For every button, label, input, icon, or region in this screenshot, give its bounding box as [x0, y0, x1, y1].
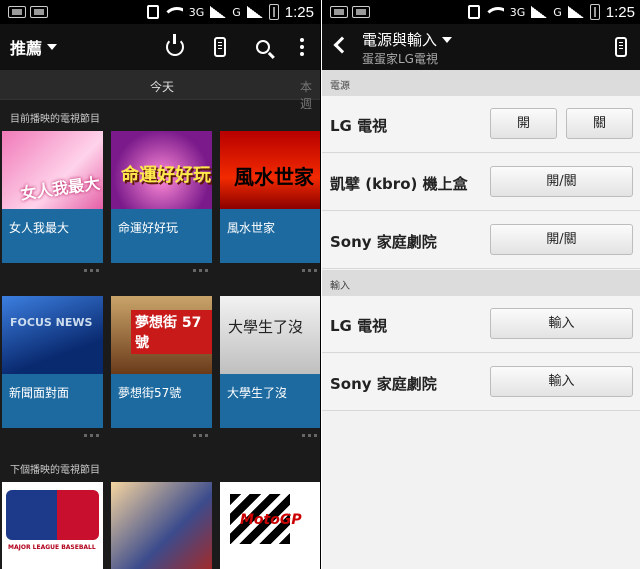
- tv-guide-screen: 3G G 1:25 推薦 今天 本週 目前播映的電視節目 女人我最大 女人我最大…: [0, 0, 320, 569]
- vibrate-icon: [146, 5, 159, 19]
- remote-control-icon[interactable]: [615, 37, 627, 57]
- show-card[interactable]: 夢想街 57號 夢想街57號: [111, 296, 212, 437]
- power-toggle-button[interactable]: 開/關: [490, 166, 633, 197]
- show-thumbnail: MAJOR LEAGUE BASEBALL: [2, 482, 103, 569]
- carrier-mark: G: [232, 5, 241, 19]
- gallery-icon: [30, 6, 48, 18]
- screenshot-icon: [330, 6, 348, 18]
- input-row-sony: Sony 家庭劇院 輸入: [322, 354, 640, 411]
- show-title: 風水世家: [220, 209, 320, 263]
- power-row-lg-tv: LG 電視 開 關: [322, 96, 640, 153]
- day-tabs: 今天 本週: [0, 70, 320, 111]
- vibrate-icon: [467, 5, 480, 19]
- power-section-header: 電源: [322, 70, 640, 96]
- section-next-title: 下個播映的電視節目: [10, 465, 100, 476]
- show-thumbnail: [111, 482, 212, 569]
- show-title: 女人我最大: [2, 209, 103, 263]
- status-bar: 3G G 1:25: [322, 0, 640, 24]
- power-toggle-button[interactable]: 開/關: [490, 224, 633, 255]
- overflow-menu-icon[interactable]: [300, 38, 304, 56]
- power-off-button[interactable]: 關: [566, 108, 633, 139]
- action-bar: 推薦: [0, 24, 320, 70]
- network-type: 3G: [188, 5, 205, 19]
- gallery-icon: [352, 6, 370, 18]
- more-icon[interactable]: [193, 269, 208, 272]
- power-icon[interactable]: [166, 34, 184, 56]
- network-type: 3G: [509, 5, 526, 19]
- power-input-screen: 3G G 1:25 電源與輸入 蛋蛋家LG電視 電源 LG 電視 開 關 凱擘 …: [321, 0, 640, 569]
- screen-title: 電源與輸入: [362, 31, 438, 49]
- show-card[interactable]: 大學生了沒 大學生了沒: [220, 296, 320, 437]
- back-arrow-icon[interactable]: [333, 36, 351, 54]
- tab-this-week[interactable]: 本週: [300, 78, 320, 112]
- show-title: 大學生了沒: [220, 374, 320, 428]
- show-thumbnail: 大學生了沒: [220, 296, 320, 374]
- category-label: 推薦: [10, 39, 43, 58]
- remote-control-icon[interactable]: [214, 37, 226, 57]
- battery-icon: [268, 4, 279, 20]
- more-icon[interactable]: [84, 434, 99, 437]
- show-thumbnail: 風水世家: [220, 131, 320, 209]
- device-label: LG 電視: [330, 317, 388, 335]
- clock: 1:25: [284, 3, 314, 21]
- screenshot-icon: [8, 6, 26, 18]
- show-title: 新聞面對面: [2, 374, 103, 428]
- show-card[interactable]: [111, 482, 212, 569]
- more-icon[interactable]: [302, 434, 317, 437]
- signal-icon: [531, 6, 548, 18]
- wifi-icon: [485, 5, 504, 19]
- show-thumbnail: MotoGP: [220, 482, 320, 569]
- show-card[interactable]: FOCUS NEWS 新聞面對面: [2, 296, 103, 437]
- mlb-logo: [6, 490, 99, 540]
- input-button[interactable]: 輸入: [490, 366, 633, 397]
- show-card[interactable]: 女人我最大 女人我最大: [2, 131, 103, 272]
- section-current-title: 目前播映的電視節目: [10, 114, 100, 125]
- signal-icon-2: [246, 6, 263, 18]
- show-card[interactable]: 命運好好玩 命運好好玩: [111, 131, 212, 272]
- show-thumbnail: FOCUS NEWS: [2, 296, 103, 374]
- status-bar: 3G G 1:25: [0, 0, 320, 24]
- device-label: Sony 家庭劇院: [330, 375, 437, 393]
- show-card[interactable]: 風水世家 風水世家: [220, 131, 320, 272]
- signal-icon-2: [567, 6, 584, 18]
- action-bar: 電源與輸入 蛋蛋家LG電視: [322, 24, 640, 70]
- wifi-icon: [164, 5, 183, 19]
- power-row-sony: Sony 家庭劇院 開/關: [322, 212, 640, 269]
- input-section-header: 輸入: [322, 270, 640, 296]
- more-icon[interactable]: [84, 269, 99, 272]
- show-card[interactable]: MotoGP: [220, 482, 320, 569]
- show-title: 夢想街57號: [111, 374, 212, 428]
- show-thumbnail: 夢想街 57號: [111, 296, 212, 374]
- chevron-down-icon: [442, 36, 453, 43]
- show-thumbnail: 命運好好玩: [111, 131, 212, 209]
- screen-title-dropdown[interactable]: 電源與輸入: [362, 29, 453, 50]
- more-icon[interactable]: [302, 269, 317, 272]
- signal-icon: [210, 6, 227, 18]
- device-subtitle: 蛋蛋家LG電視: [362, 52, 438, 66]
- category-dropdown[interactable]: 推薦: [0, 35, 58, 59]
- device-label: LG 電視: [330, 117, 388, 135]
- show-card[interactable]: MAJOR LEAGUE BASEBALL: [2, 482, 103, 569]
- battery-icon: [589, 4, 600, 20]
- power-row-kbro: 凱擘 (kbro) 機上盒 開/關: [322, 154, 640, 211]
- more-icon[interactable]: [193, 434, 208, 437]
- chevron-down-icon: [47, 44, 58, 50]
- input-row-lg-tv: LG 電視 輸入: [322, 296, 640, 353]
- device-label: 凱擘 (kbro) 機上盒: [330, 175, 468, 193]
- power-on-button[interactable]: 開: [490, 108, 557, 139]
- clock: 1:25: [605, 3, 635, 21]
- device-label: Sony 家庭劇院: [330, 233, 437, 251]
- show-title: 命運好好玩: [111, 209, 212, 263]
- carrier-mark: G: [553, 5, 562, 19]
- tab-today[interactable]: 今天: [150, 78, 174, 95]
- input-button[interactable]: 輸入: [490, 308, 633, 339]
- search-icon[interactable]: [256, 40, 270, 54]
- show-thumbnail: 女人我最大: [2, 131, 103, 209]
